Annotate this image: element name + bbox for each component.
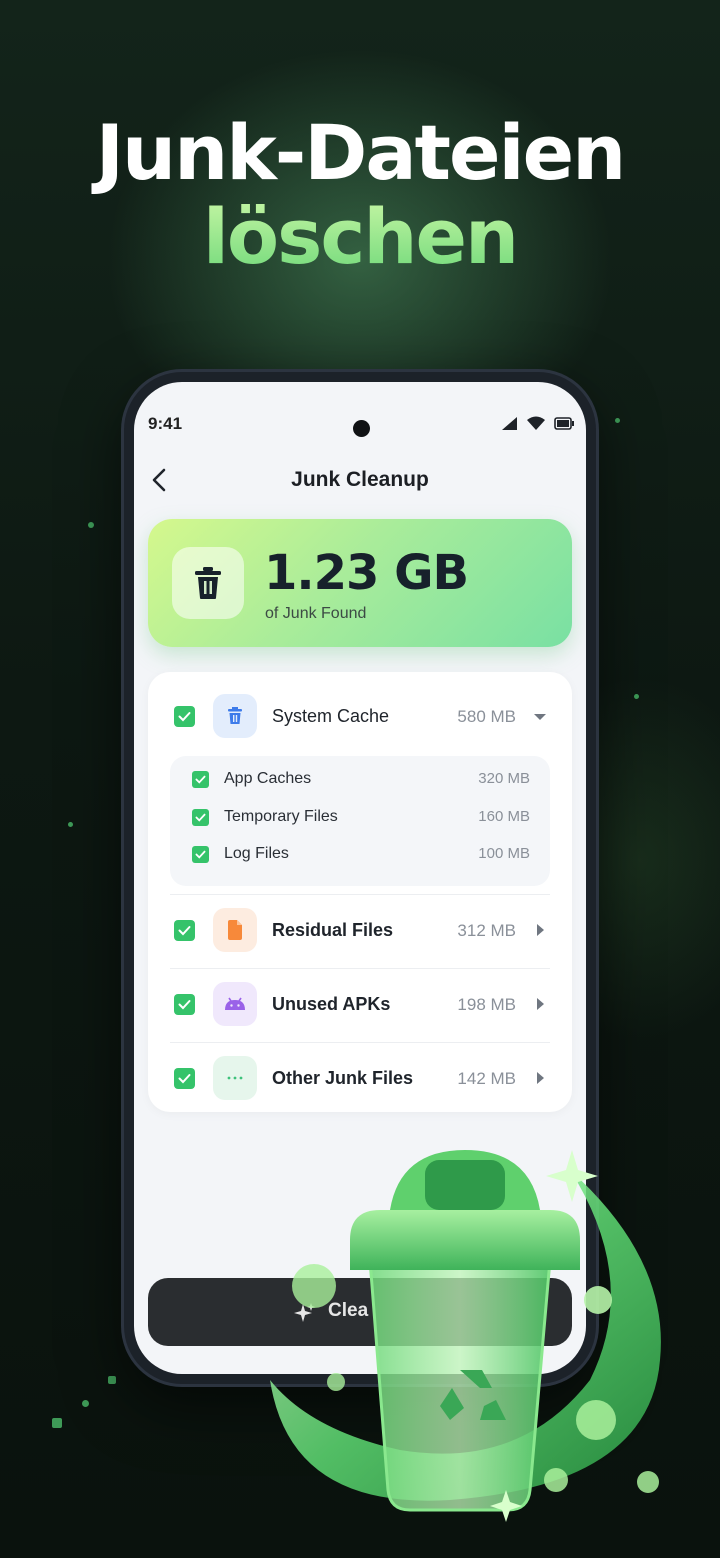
junk-category-list: System Cache 580 MB App Caches 320 MB Te… [148, 672, 572, 1112]
file-icon [213, 908, 257, 952]
checkbox[interactable] [192, 846, 209, 863]
subitem-label: Temporary Files [224, 808, 338, 825]
check-icon [195, 775, 206, 784]
check-icon [178, 712, 191, 722]
category-row-unused-apks[interactable]: Unused APKs 198 MB [148, 970, 572, 1042]
chevron-down-icon[interactable] [532, 710, 546, 724]
category-size: 312 MB [457, 921, 516, 940]
category-row-other-junk[interactable]: Other Junk Files 142 MB [148, 1044, 572, 1116]
junk-size-caption: of Junk Found [265, 605, 367, 622]
check-icon [178, 1000, 191, 1010]
trash-icon [213, 694, 257, 738]
signal-icon [502, 417, 517, 430]
subitem-row[interactable]: Temporary Files 160 MB [170, 804, 550, 834]
checkbox[interactable] [174, 1068, 195, 1089]
recycle-bin-illustration [270, 1150, 661, 1522]
sparkle-dot [88, 522, 94, 528]
chevron-right-icon[interactable] [534, 923, 546, 937]
category-size: 142 MB [457, 1069, 516, 1088]
page-title: Junk Cleanup [291, 468, 429, 491]
top-app-bar: Junk Cleanup [134, 462, 586, 502]
checkbox[interactable] [192, 771, 209, 788]
sparkle-dot [615, 418, 620, 423]
check-icon [178, 1074, 191, 1084]
android-icon [213, 982, 257, 1026]
checkbox[interactable] [174, 706, 195, 727]
status-bar: 9:41 [134, 406, 586, 437]
trash-icon [195, 567, 221, 599]
category-label: Residual Files [272, 920, 394, 940]
subitem-size: 320 MB [478, 770, 530, 787]
check-icon [195, 850, 206, 859]
subitem-size: 160 MB [478, 808, 530, 825]
category-size: 580 MB [457, 707, 516, 726]
status-icons [501, 416, 574, 431]
check-icon [195, 813, 206, 822]
checkbox[interactable] [192, 809, 209, 826]
category-size: 198 MB [457, 995, 516, 1014]
status-time: 9:41 [148, 414, 183, 433]
category-label: Other Junk Files [272, 1068, 414, 1088]
sparkle-dot [52, 1418, 62, 1428]
headline-line2: löschen [0, 192, 720, 281]
category-row-system-cache[interactable]: System Cache 580 MB [148, 682, 572, 754]
dots-icon [213, 1056, 257, 1100]
chevron-right-icon[interactable] [534, 1071, 546, 1085]
chevron-right-icon[interactable] [534, 997, 546, 1011]
junk-summary-card: 1.23 GB of Junk Found [148, 519, 572, 647]
divider [170, 894, 550, 895]
divider [170, 968, 550, 969]
subitem-row[interactable]: App Caches 320 MB [170, 766, 550, 796]
junk-size-value: 1.23 GB [264, 545, 469, 601]
category-label: Unused APKs [272, 994, 391, 1014]
sparkle-dot [82, 1400, 89, 1407]
battery-icon [554, 417, 574, 430]
subitem-size: 100 MB [478, 845, 530, 862]
sparkle-dot [108, 1376, 116, 1384]
sparkle-dot [634, 694, 639, 699]
checkbox[interactable] [174, 920, 195, 941]
system-cache-sublist: App Caches 320 MB Temporary Files 160 MB… [170, 756, 550, 886]
check-icon [178, 926, 191, 936]
summary-trash-icon-box [172, 547, 244, 619]
headline-line1: Junk-Dateien [95, 108, 627, 197]
category-row-residual-files[interactable]: Residual Files 312 MB [148, 896, 572, 968]
subitem-label: Log Files [224, 845, 289, 862]
front-camera [353, 420, 370, 437]
divider [170, 1042, 550, 1043]
category-label: System Cache [272, 706, 390, 726]
sparkle-dot [68, 822, 73, 827]
subitem-row[interactable]: Log Files 100 MB [170, 841, 550, 871]
checkbox[interactable] [174, 994, 195, 1015]
wifi-icon [527, 416, 545, 430]
subitem-label: App Caches [224, 770, 312, 787]
